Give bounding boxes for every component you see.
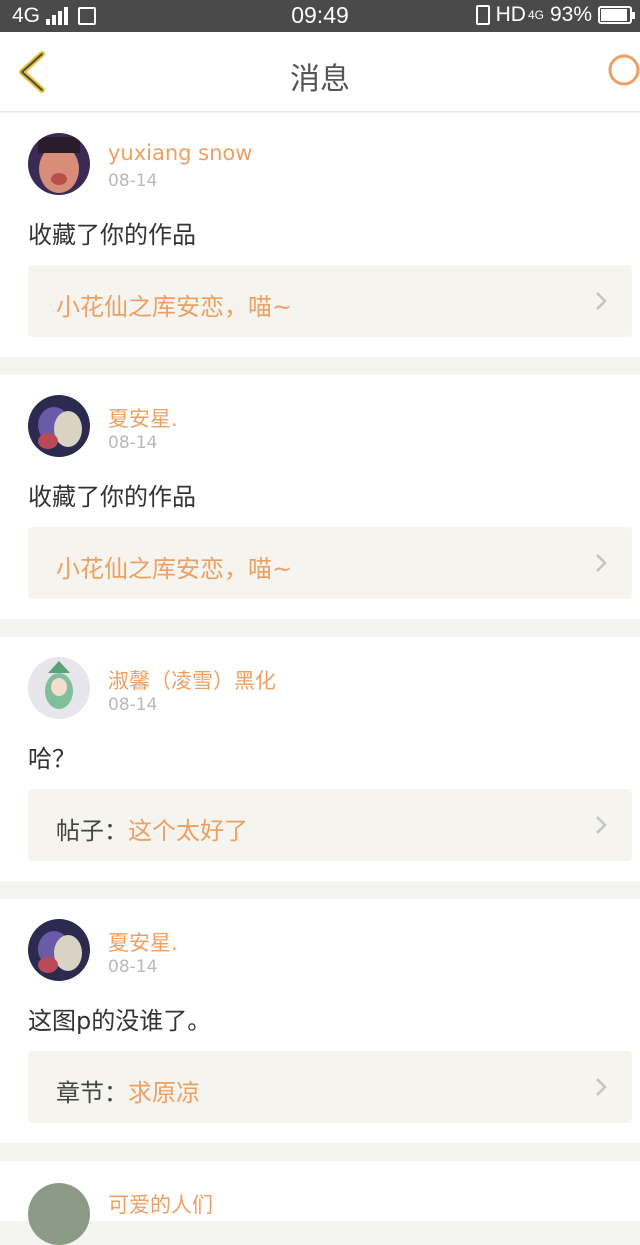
message-item[interactable]: yuxiang snow 08-14 收藏了你的作品 小花仙之库安恋，喵~: [0, 113, 640, 357]
chevron-right-icon: [596, 816, 607, 834]
battery-icon: [598, 6, 635, 24]
search-button[interactable]: [600, 52, 640, 92]
avatar[interactable]: [28, 395, 90, 457]
user-name[interactable]: 夏安星.: [108, 927, 178, 957]
reference-label: 帖子：这个太好了: [56, 811, 248, 846]
hd-label: HD: [495, 3, 526, 26]
hd-network-label: 4G: [527, 8, 544, 22]
reference-label: 小花仙之库安恋，喵~: [56, 549, 292, 584]
reference-label: 小花仙之库安恋，喵~: [56, 287, 292, 322]
message-text: 这图p的没谁了。: [28, 1007, 212, 1035]
reference-prefix: 章节：: [56, 1079, 128, 1107]
message-text: 收藏了你的作品: [28, 483, 196, 511]
avatar[interactable]: [28, 919, 90, 981]
reference-title: 这个太好了: [128, 817, 248, 845]
message-item[interactable]: 夏安星. 08-14 这图p的没谁了。 章节：求原凉: [0, 899, 640, 1143]
reference-link[interactable]: 小花仙之库安恋，喵~: [28, 527, 632, 599]
message-item[interactable]: 夏安星. 08-14 收藏了你的作品 小花仙之库安恋，喵~: [0, 375, 640, 619]
avatar[interactable]: [28, 133, 90, 195]
message-date: 08-14: [108, 957, 158, 977]
page-title: 消息: [290, 62, 350, 97]
chevron-right-icon: [596, 292, 607, 310]
message-text: 收藏了你的作品: [28, 221, 196, 249]
reference-title: 小花仙之库安恋，喵~: [56, 293, 293, 321]
reference-title: 小花仙之库安恋，喵~: [56, 555, 293, 583]
top-nav-bar: 消息: [0, 32, 640, 112]
avatar[interactable]: [28, 657, 90, 719]
message-item[interactable]: 可爱的人们: [0, 1161, 640, 1245]
reference-prefix: 帖子：: [56, 817, 128, 845]
vibrate-icon: [475, 5, 490, 25]
user-name[interactable]: 夏安星.: [108, 403, 178, 433]
message-date: 08-14: [108, 695, 158, 715]
message-date: 08-14: [108, 171, 158, 191]
user-name[interactable]: 可爱的人们: [108, 1189, 213, 1219]
message-list: yuxiang snow 08-14 收藏了你的作品 小花仙之库安恋，喵~ 夏安…: [0, 113, 640, 1245]
reference-title: 求原凉: [128, 1079, 200, 1107]
user-name[interactable]: 淑馨（凌雪）黑化: [108, 665, 276, 695]
message-text: 哈？: [28, 745, 76, 773]
search-icon: [608, 54, 640, 86]
avatar[interactable]: [28, 1183, 90, 1245]
chevron-right-icon: [596, 554, 607, 572]
status-bar: 4G 09:49 HD 4G 93%: [0, 0, 640, 32]
message-date: 08-14: [108, 433, 158, 453]
battery-percent: 93%: [549, 3, 592, 26]
status-right: HD 4G 93%: [475, 3, 635, 27]
battery-fill: [601, 9, 628, 21]
user-name[interactable]: yuxiang snow: [108, 141, 252, 165]
chevron-right-icon: [596, 1078, 607, 1096]
reference-link[interactable]: 小花仙之库安恋，喵~: [28, 265, 632, 337]
reference-link[interactable]: 帖子：这个太好了: [28, 789, 632, 861]
reference-label: 章节：求原凉: [56, 1073, 200, 1108]
message-item[interactable]: 淑馨（凌雪）黑化 08-14 哈？ 帖子：这个太好了: [0, 637, 640, 881]
reference-link[interactable]: 章节：求原凉: [28, 1051, 632, 1123]
